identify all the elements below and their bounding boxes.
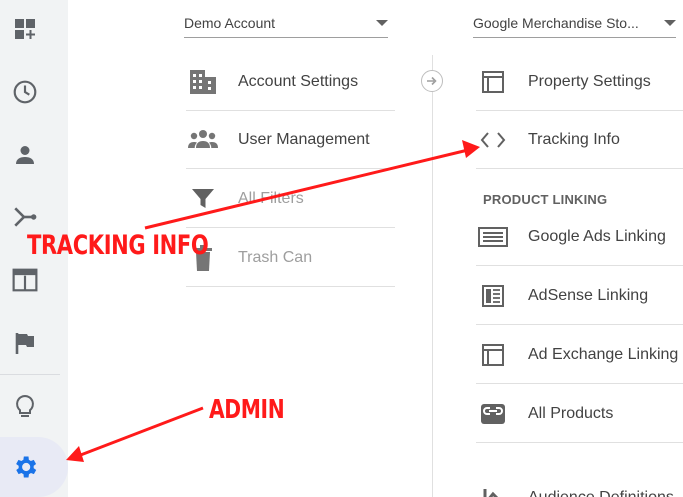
all-products-label: All Products <box>528 404 614 422</box>
tracking-info-label: Tracking Info <box>528 130 620 148</box>
building-icon <box>186 67 220 97</box>
ads-icon <box>476 222 510 252</box>
account-selector[interactable]: Demo Account <box>184 8 388 38</box>
chevron-down-icon <box>664 19 676 26</box>
adsense-linking-item[interactable]: AdSense Linking <box>476 267 683 325</box>
trash-can-label: Trash Can <box>238 248 313 266</box>
adsense-linking-label: AdSense Linking <box>528 286 649 304</box>
property-selector[interactable]: Google Merchandise Sto... <box>473 8 676 38</box>
column-divider <box>432 55 433 497</box>
all-products-item[interactable]: All Products <box>476 385 683 443</box>
product-linking-heading: PRODUCT LINKING <box>483 192 608 207</box>
admin-arrow-line <box>77 406 204 458</box>
google-ads-linking-label: Google Ads Linking <box>528 227 666 245</box>
arrow-right-icon <box>427 76 437 86</box>
discover-lightbulb-icon[interactable] <box>10 392 40 422</box>
admin-gear-icon[interactable] <box>10 452 40 482</box>
account-selector-value: Demo Account <box>184 14 276 31</box>
rail-divider <box>0 374 60 375</box>
users-icon <box>186 125 220 155</box>
ad-exchange-icon <box>476 340 510 370</box>
realtime-clock-icon[interactable] <box>10 77 40 107</box>
move-arrow-button[interactable] <box>421 70 443 92</box>
adsense-icon <box>476 281 510 311</box>
audience-definitions-label: Audience Definitions <box>528 489 674 497</box>
all-filters-item[interactable]: All Filters <box>186 170 395 228</box>
audience-definitions-icon <box>476 486 510 497</box>
trash-can-item[interactable]: Trash Can <box>186 229 395 287</box>
ad-exchange-linking-label: Ad Exchange Linking <box>528 345 679 363</box>
audience-person-icon[interactable] <box>10 140 40 170</box>
user-management-item[interactable]: User Management <box>186 111 395 169</box>
account-settings-item[interactable]: Account Settings <box>186 53 395 111</box>
tracking-info-item[interactable]: Tracking Info <box>476 111 683 169</box>
acquisition-merge-icon[interactable] <box>10 202 40 232</box>
all-filters-label: All Filters <box>238 189 304 207</box>
layout-icon <box>476 67 510 97</box>
conversions-flag-icon[interactable] <box>10 328 40 358</box>
ad-exchange-linking-item[interactable]: Ad Exchange Linking <box>476 326 683 384</box>
filter-icon <box>186 184 220 214</box>
account-settings-label: Account Settings <box>238 72 359 90</box>
customization-icon[interactable] <box>10 14 40 44</box>
user-management-label: User Management <box>238 130 370 148</box>
property-selector-value: Google Merchandise Sto... <box>473 14 639 31</box>
behavior-window-icon[interactable] <box>10 265 40 295</box>
property-settings-label: Property Settings <box>528 72 651 90</box>
google-ads-linking-item[interactable]: Google Ads Linking <box>476 208 683 266</box>
link-icon <box>476 399 510 429</box>
admin-annotation: ADMIN <box>209 395 285 425</box>
tracking-info-annotation: TRACKING INFO <box>27 230 209 261</box>
chevron-down-icon <box>376 19 388 26</box>
code-icon <box>476 125 510 155</box>
property-settings-item[interactable]: Property Settings <box>476 53 683 111</box>
admin-arrowhead <box>66 446 84 462</box>
audience-definitions-item[interactable]: Audience Definitions <box>476 483 683 497</box>
